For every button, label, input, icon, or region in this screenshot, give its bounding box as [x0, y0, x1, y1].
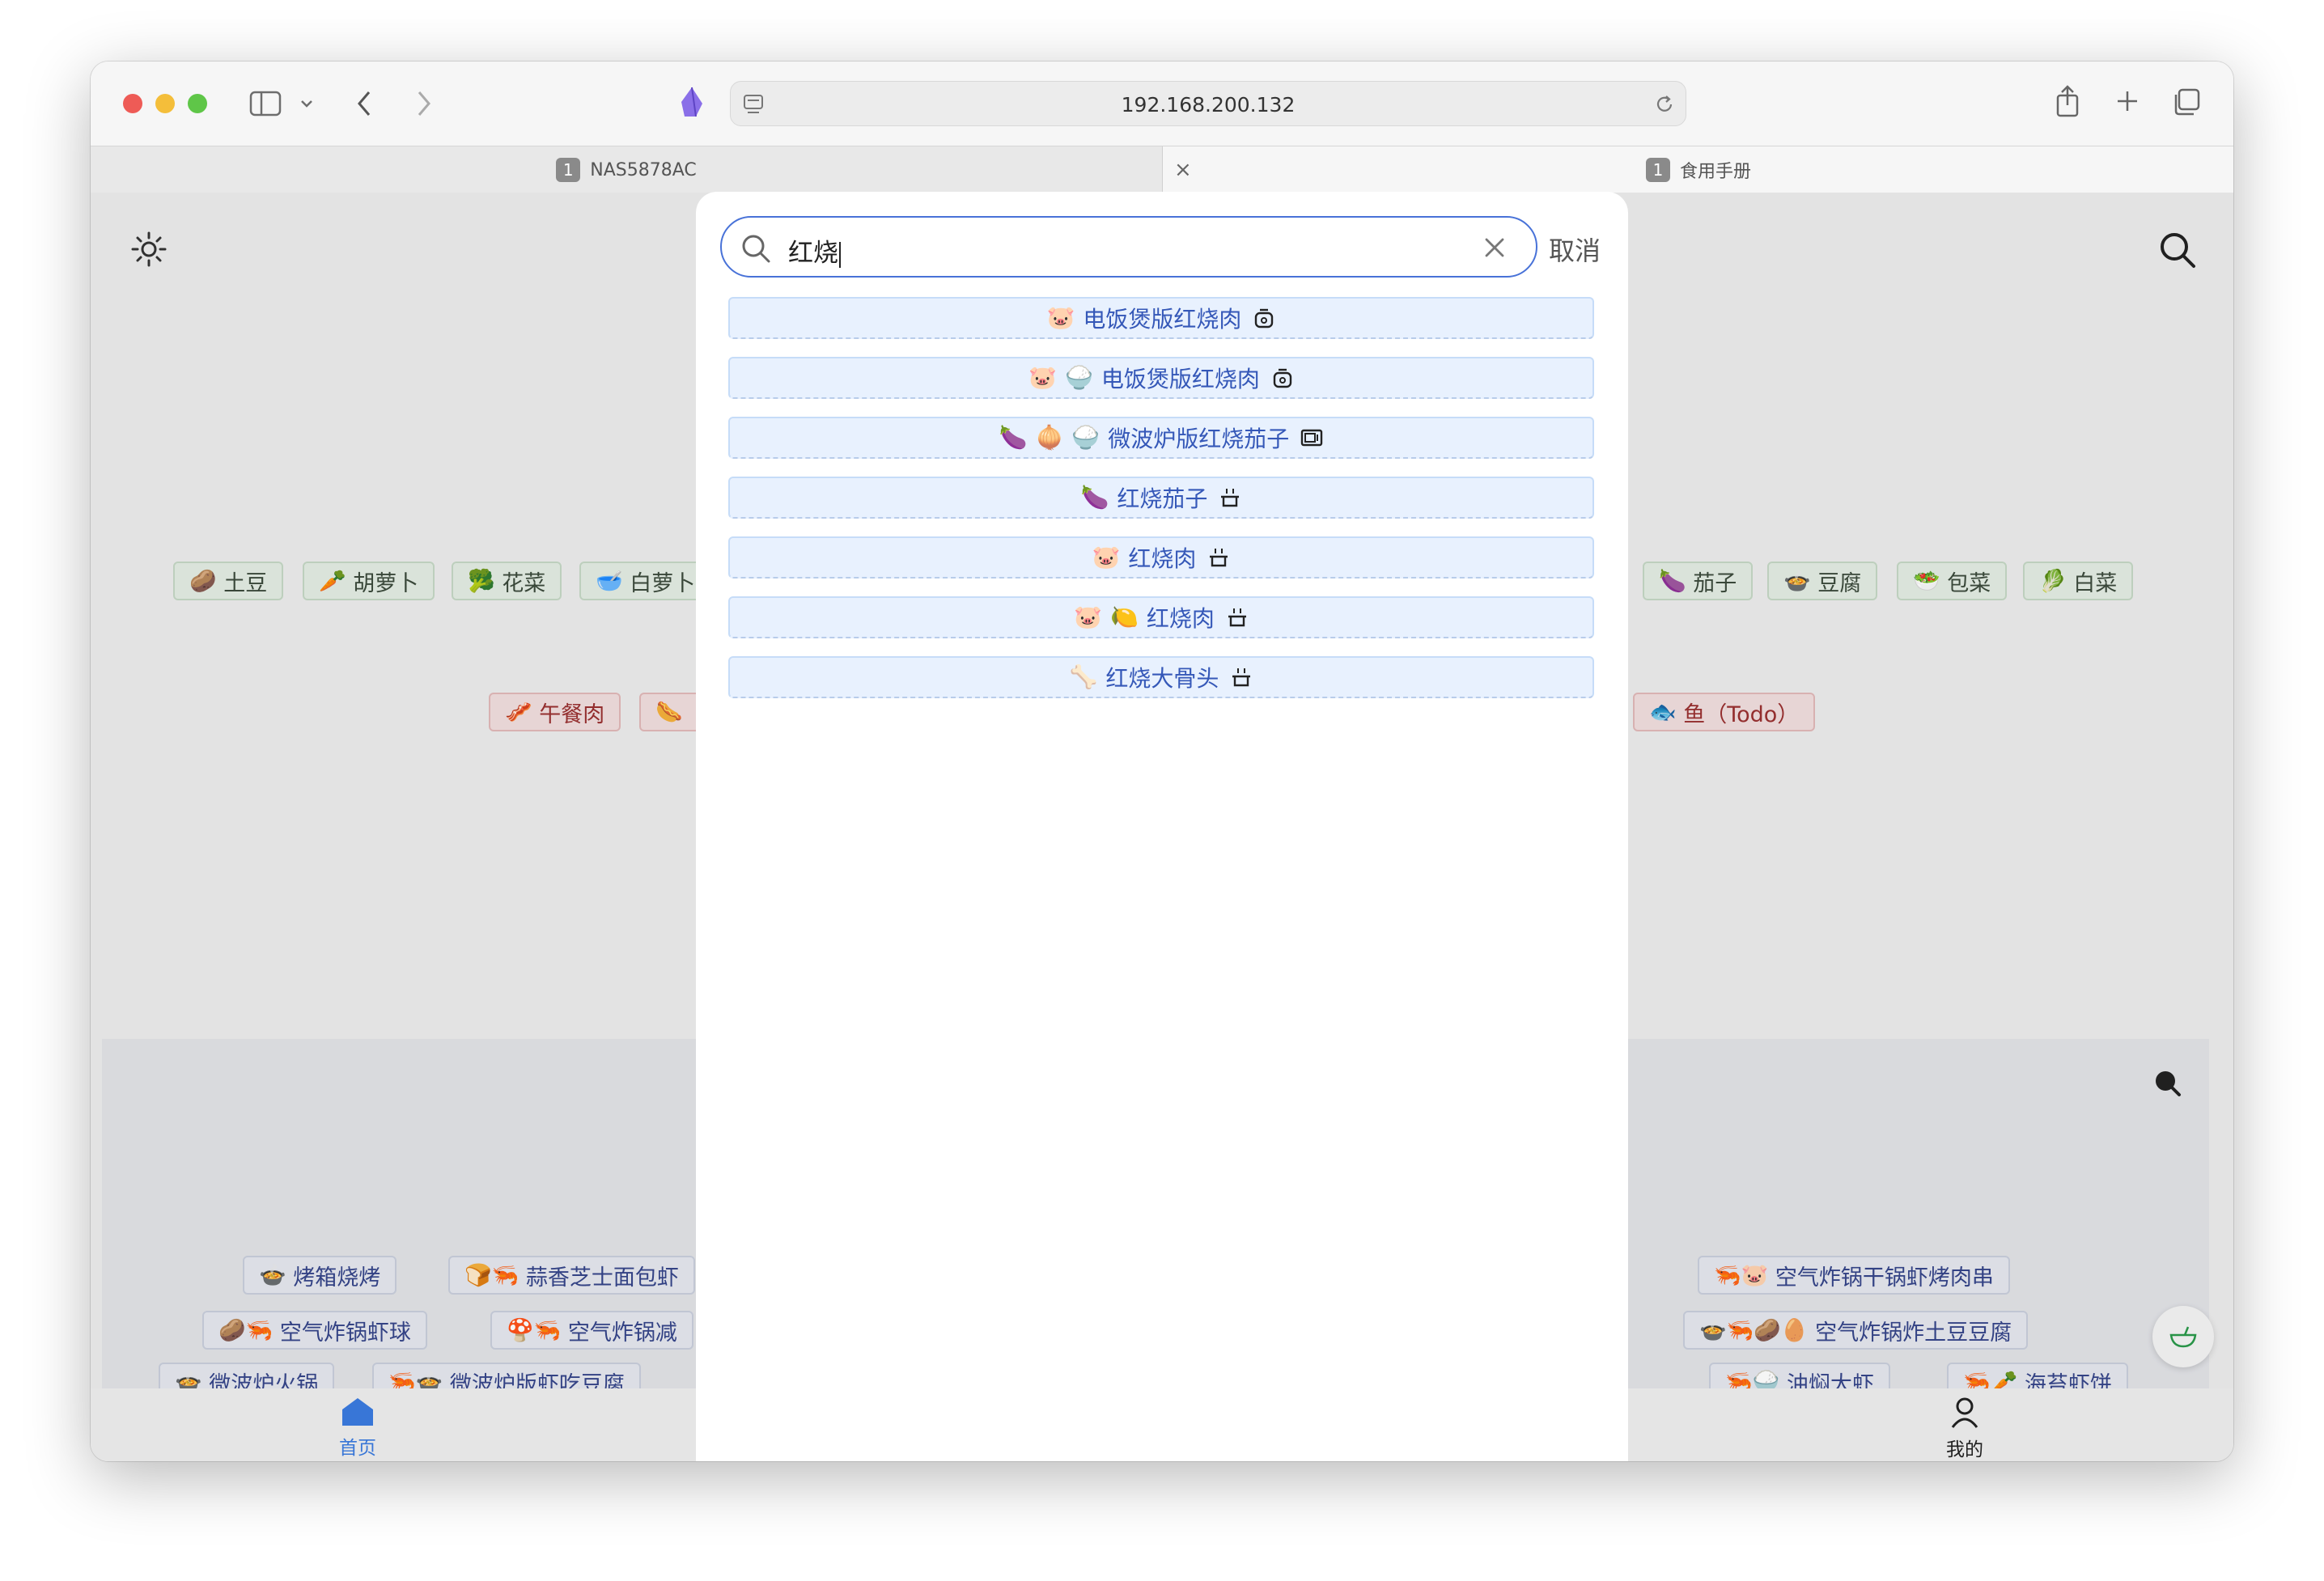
result-name: 红烧大骨头 — [1105, 665, 1219, 692]
pot-icon — [1230, 666, 1253, 689]
search-result-item[interactable]: 🐷 🍋 红烧肉 — [728, 596, 1594, 638]
share-icon[interactable] — [2054, 84, 2081, 118]
tab-badge: 1 — [1645, 158, 1670, 182]
address-bar[interactable]: 192.168.200.132 — [730, 81, 1686, 126]
result-name: 电饭煲版红烧肉 — [1083, 306, 1242, 333]
tab-title: NAS5878AC — [590, 159, 697, 180]
chevron-down-icon[interactable] — [299, 99, 314, 108]
close-window-button[interactable] — [123, 94, 142, 113]
rice-cooker-icon — [1253, 307, 1275, 329]
search-input[interactable]: 红烧 — [720, 216, 1537, 278]
microwave-icon — [1300, 426, 1323, 449]
tab-nas[interactable]: 1 NAS5878AC — [91, 146, 1162, 193]
rice-cooker-icon — [1271, 367, 1294, 389]
result-name: 红烧肉 — [1128, 545, 1197, 572]
result-name: 微波炉版红烧茄子 — [1108, 426, 1290, 452]
back-icon[interactable] — [354, 89, 374, 118]
clear-icon[interactable] — [1482, 235, 1507, 260]
ingredient-emoji-icon: 🧅 — [1035, 424, 1064, 451]
pot-icon — [1207, 546, 1230, 569]
search-result-item[interactable]: 🍆 🧅 🍚 微波炉版红烧茄子 — [728, 417, 1594, 459]
search-result-item[interactable]: 🍆 红烧茄子 — [728, 477, 1594, 519]
new-tab-icon[interactable] — [2115, 89, 2140, 113]
ingredient-emoji-icon: 🍆 — [999, 424, 1028, 451]
zoom-window-button[interactable] — [188, 94, 207, 113]
pot-icon — [1226, 606, 1249, 629]
tab-close-icon[interactable]: × — [1174, 158, 1192, 182]
ingredient-emoji-icon: 🐷 — [1028, 364, 1057, 391]
minimize-window-button[interactable] — [155, 94, 175, 113]
browser-toolbar: 192.168.200.132 — [91, 61, 2233, 146]
ingredient-emoji-icon: 🍋 — [1109, 604, 1139, 630]
search-result-item[interactable]: 🐷 电饭煲版红烧肉 — [728, 297, 1594, 339]
url-text: 192.168.200.132 — [1121, 93, 1296, 117]
search-modal: 红烧 取消 🐷 电饭煲版红烧肉 🐷 🍚 电饭煲版红烧肉 🍆 🧅 🍚 微波炉版红烧茄子 🍆 红烧茄子 🐷… — [696, 192, 1628, 1461]
search-icon — [742, 235, 770, 263]
ingredient-emoji-icon: 🦴 — [1069, 663, 1098, 690]
search-result-item[interactable]: 🦴 红烧大骨头 — [728, 656, 1594, 698]
ingredient-emoji-icon: 🍚 — [1071, 424, 1101, 451]
forward-icon[interactable] — [414, 89, 434, 118]
ingredient-emoji-icon: 🍚 — [1064, 364, 1093, 391]
tab-recipes[interactable]: × 1 食用手册 — [1162, 146, 2233, 193]
tab-overview-icon[interactable] — [2172, 87, 2201, 117]
pot-icon — [1219, 486, 1241, 509]
search-result-item[interactable]: 🐷 🍚 电饭煲版红烧肉 — [728, 357, 1594, 399]
tab-badge: 1 — [556, 158, 581, 182]
extension-icon[interactable] — [678, 86, 706, 118]
reload-icon[interactable] — [1653, 93, 1676, 116]
tab-bar: 1 NAS5878AC × 1 食用手册 — [91, 146, 2233, 194]
sidebar-toggle-icon[interactable] — [249, 91, 282, 117]
search-query-text: 红烧 — [788, 232, 841, 269]
result-name: 红烧肉 — [1146, 605, 1215, 632]
tab-title: 食用手册 — [1679, 162, 1751, 182]
search-result-item[interactable]: 🐷 红烧肉 — [728, 536, 1594, 579]
ingredient-emoji-icon: 🐷 — [1074, 604, 1102, 630]
cancel-button[interactable]: 取消 — [1549, 231, 1601, 268]
result-name: 电饭煲版红烧肉 — [1101, 366, 1260, 392]
result-name: 红烧茄子 — [1117, 485, 1208, 512]
text-caret — [839, 241, 841, 268]
ingredient-emoji-icon: 🍆 — [1080, 484, 1109, 511]
ingredient-emoji-icon: 🐷 — [1046, 304, 1075, 331]
ingredient-emoji-icon: 🐷 — [1092, 544, 1121, 570]
